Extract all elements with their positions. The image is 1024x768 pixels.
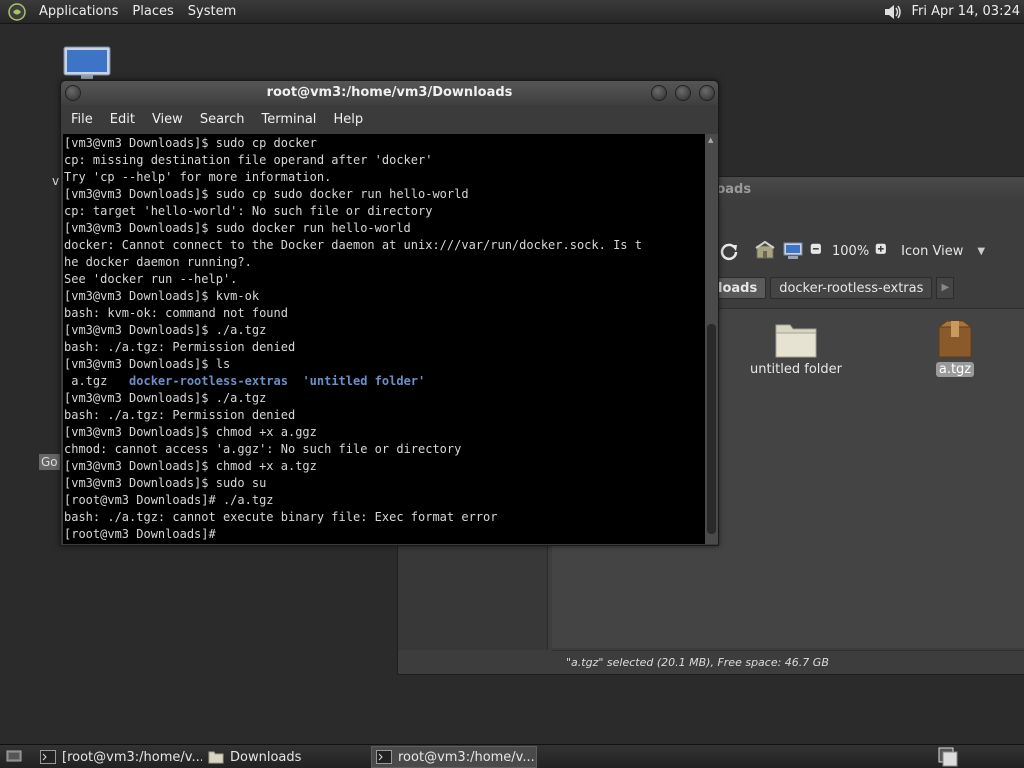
- menu-applications[interactable]: Applications: [32, 0, 125, 24]
- terminal-line: [vm3@vm3 Downloads]$ sudo cp sudo docker…: [64, 187, 469, 201]
- menu-help[interactable]: Help: [327, 112, 369, 127]
- scrollbar-thumb[interactable]: [707, 324, 716, 534]
- file-item-label: a.tgz: [935, 362, 975, 377]
- terminal-icon: [376, 750, 392, 764]
- zoom-out-icon[interactable]: [810, 243, 826, 259]
- zoom-in-icon[interactable]: [875, 243, 891, 259]
- task-terminal-2[interactable]: root@vm3:/home/v...: [371, 746, 537, 768]
- path-crumb-docker-rootless-extras[interactable]: docker-rootless-extras: [770, 277, 933, 299]
- terminal-line: [root@vm3 Downloads]#: [64, 527, 216, 541]
- view-mode-select[interactable]: Icon View: [901, 244, 963, 259]
- terminal-line: bash: ./a.tgz: Permission denied: [64, 408, 296, 422]
- path-crumb-downloads[interactable]: loads: [718, 277, 767, 299]
- archive-icon: [937, 320, 973, 358]
- reload-icon[interactable]: [718, 240, 740, 262]
- status-bar: "a.tgz" selected (20.1 MB), Free space: …: [552, 650, 1024, 674]
- task-label: [root@vm3:/home/v...: [62, 749, 202, 765]
- desktop-go-fragment[interactable]: Go: [39, 454, 60, 470]
- terminal-line: [vm3@vm3 Downloads]$ ./a.tgz: [64, 323, 267, 337]
- desktop-label-fragment: v: [52, 174, 60, 188]
- computer-desktop-icon[interactable]: [63, 46, 111, 80]
- home-icon[interactable]: [754, 240, 776, 262]
- terminal-line: See 'docker run --help'.: [64, 272, 238, 286]
- file-item-a-tgz[interactable]: a.tgz: [905, 319, 1005, 377]
- terminal-title: root@vm3:/home/vm3/Downloads: [266, 85, 513, 100]
- file-item-untitled-folder[interactable]: untitled folder: [746, 319, 846, 377]
- top-panel: Applications Places System Fri Apr 14, 0…: [0, 0, 1024, 24]
- terminal-line: Try 'cp --help' for more information.: [64, 170, 332, 184]
- folder-icon: [208, 751, 224, 764]
- workspace-switcher-icon[interactable]: [938, 747, 958, 767]
- menu-terminal[interactable]: Terminal: [255, 112, 322, 127]
- volume-icon[interactable]: [883, 2, 903, 22]
- terminal-line: bash: kvm-ok: command not found: [64, 306, 288, 320]
- bottom-taskbar: [root@vm3:/home/v... Downloads root@vm3:…: [0, 744, 1024, 768]
- terminal-line: he docker daemon running?.: [64, 255, 252, 269]
- folder-icon: [775, 324, 817, 358]
- terminal-line: [vm3@vm3 Downloads]$ sudo su: [64, 476, 267, 490]
- chevron-right-icon[interactable]: ▶: [936, 277, 955, 299]
- terminal-icon: [40, 750, 56, 764]
- maximize-icon[interactable]: [675, 85, 691, 101]
- show-desktop-icon[interactable]: [6, 748, 22, 764]
- terminal-scrollbar[interactable]: ▲: [705, 134, 718, 544]
- menu-edit[interactable]: Edit: [104, 112, 141, 127]
- terminal-line: [vm3@vm3 Downloads]$ ls: [64, 357, 231, 371]
- path-bar: loads docker-rootless-extras ▶: [718, 276, 1024, 300]
- ls-dir: docker-rootless-extras: [129, 374, 288, 388]
- menu-view[interactable]: View: [146, 112, 189, 127]
- computer-icon[interactable]: [782, 240, 804, 262]
- terminal-line: [vm3@vm3 Downloads]$ ./a.tgz: [64, 391, 267, 405]
- ls-dir: 'untitled folder': [302, 374, 426, 388]
- ls-sep: [288, 374, 302, 388]
- task-label: Downloads: [230, 749, 302, 765]
- menu-system[interactable]: System: [181, 0, 243, 24]
- menu-search[interactable]: Search: [194, 112, 251, 127]
- file-manager-toolbar: 100% Icon View ▼: [718, 238, 1024, 264]
- terminal-line: chmod: cannot access 'a.ggz': No such fi…: [64, 442, 462, 456]
- terminal-line: [vm3@vm3 Downloads]$ sudo cp docker: [64, 136, 317, 150]
- terminal-line: cp: missing destination file operand aft…: [64, 153, 433, 167]
- terminal-output[interactable]: [vm3@vm3 Downloads]$ sudo cp docker cp: m…: [63, 134, 705, 544]
- gnome-foot-icon[interactable]: [8, 2, 26, 21]
- file-manager-sidebar: [398, 544, 548, 650]
- scroll-up-icon[interactable]: ▲: [708, 136, 713, 144]
- terminal-line: [vm3@vm3 Downloads]$ kvm-ok: [64, 289, 260, 303]
- terminal-titlebar[interactable]: root@vm3:/home/vm3/Downloads: [61, 81, 718, 105]
- terminal-line: bash: ./a.tgz: Permission denied: [64, 340, 296, 354]
- close-icon[interactable]: [699, 85, 715, 101]
- task-terminal-1[interactable]: [root@vm3:/home/v...: [36, 746, 202, 768]
- ls-file: a.tgz: [64, 374, 130, 388]
- file-item-label: untitled folder: [749, 362, 842, 377]
- terminal-line: bash: ./a.tgz: cannot execute binary fil…: [64, 510, 498, 524]
- terminal-line-ls-output: a.tgz docker-rootless-extras 'untitled f…: [64, 373, 705, 390]
- terminal-line: [vm3@vm3 Downloads]$ sudo docker run hel…: [64, 221, 411, 235]
- task-label: root@vm3:/home/v...: [398, 749, 535, 765]
- terminal-window: root@vm3:/home/vm3/Downloads File Edit V…: [60, 80, 719, 546]
- terminal-line: cp: target 'hello-world': No such file o…: [64, 204, 433, 218]
- zoom-level[interactable]: 100%: [832, 244, 869, 259]
- clock[interactable]: Fri Apr 14, 03:24: [911, 4, 1020, 19]
- terminal-line: [vm3@vm3 Downloads]$ chmod +x a.ggz: [64, 425, 317, 439]
- terminal-menubar: File Edit View Search Terminal Help: [61, 105, 718, 133]
- menu-places[interactable]: Places: [125, 0, 180, 24]
- terminal-line: [vm3@vm3 Downloads]$ chmod +x a.tgz: [64, 459, 317, 473]
- menu-file[interactable]: File: [65, 112, 99, 127]
- task-downloads[interactable]: Downloads: [204, 746, 368, 768]
- minimize-icon[interactable]: [651, 85, 667, 101]
- terminal-line: docker: Cannot connect to the Docker dae…: [64, 238, 642, 252]
- chevron-down-icon[interactable]: ▼: [977, 246, 985, 257]
- terminal-line: [root@vm3 Downloads]# ./a.tgz: [64, 493, 274, 507]
